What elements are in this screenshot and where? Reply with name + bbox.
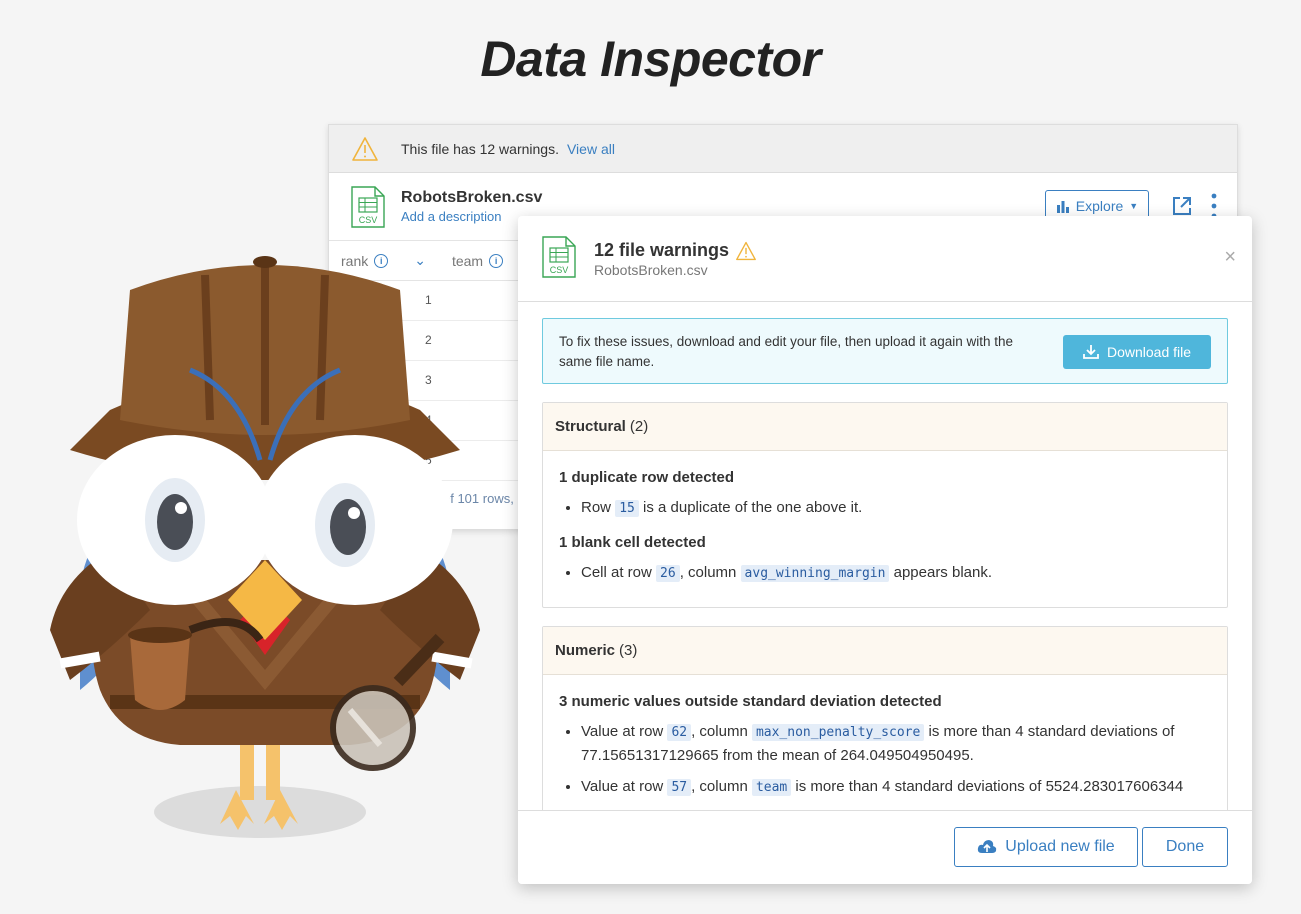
column-code: avg_winning_margin [740,565,890,582]
warning-group-heading: 1 blank cell detected [559,534,706,551]
row-code: 62 [667,724,692,741]
bar-chart-icon [1056,201,1069,213]
warning-icon [352,136,378,161]
column-code: team [751,779,792,796]
section-header: Numeric (3) [543,627,1227,675]
section-count: (3) [619,642,638,659]
warning-item: Cell at row 26, column avg_winning_margi… [581,561,1211,585]
download-file-button[interactable]: Download file [1063,335,1211,369]
info-icon[interactable]: i [489,253,504,268]
warning-group-heading: 1 duplicate row detected [559,469,735,486]
csv-file-icon: CSV [542,236,576,278]
csv-badge-text: CSV [550,265,569,275]
upload-new-file-button[interactable]: Upload new file [954,827,1138,867]
fix-instructions-text: To fix these issues, download and edit y… [559,334,1014,369]
warning-item: Value at row 62, column max_non_penalty_… [581,720,1211,767]
row-code: 15 [615,500,639,517]
section-count: (2) [629,418,649,435]
numeric-section: Numeric (3) 3 numeric values outside sta… [542,626,1228,810]
external-link-icon[interactable] [1171,195,1193,217]
fix-instructions-box: To fix these issues, download and edit y… [542,318,1228,384]
explore-label: Explore [1075,198,1124,214]
row-code: 26 [656,565,680,582]
caret-down-icon: ▼ [1129,201,1139,211]
modal-subtitle: RobotsBroken.csv [594,262,708,278]
detective-owl-illustration [50,256,480,838]
download-file-label: Download file [1106,344,1192,360]
modal-footer: Upload new file Done [518,810,1252,884]
structural-section: Structural (2) 1 duplicate row detected … [542,402,1228,608]
section-title: Structural [555,418,626,435]
warning-bar: This file has 12 warnings. View all [329,125,1237,173]
section-header: Structural (2) [543,403,1227,451]
section-title: Numeric [555,642,616,659]
close-icon[interactable]: × [1224,246,1236,269]
row-code: 57 [667,779,692,796]
modal-body[interactable]: To fix these issues, download and edit y… [542,318,1228,810]
warning-message: This file has 12 warnings. [401,140,559,157]
modal-title-row: 12 file warnings [594,240,757,261]
file-name: RobotsBroken.csv [401,189,543,206]
view-all-link[interactable]: View all [567,141,615,157]
upload-new-file-label: Upload new file [1005,838,1115,855]
csv-badge-text: CSV [359,215,378,225]
modal-header: CSV 12 file warnings RobotsBroken.csv × [518,216,1252,302]
page-title: Data Inspector [480,31,821,87]
done-button[interactable]: Done [1142,827,1228,867]
modal-title: 12 file warnings [594,240,730,260]
file-warnings-modal: CSV 12 file warnings RobotsBroken.csv × … [518,216,1252,884]
csv-file-icon: CSV [351,185,385,228]
column-code: max_non_penalty_score [751,724,925,741]
warning-item: Row 15 is a duplicate of the one above i… [581,496,1211,520]
cloud-upload-icon [978,840,997,853]
download-icon [1083,345,1099,359]
warning-group-heading: 3 numeric values outside standard deviat… [559,693,942,710]
warning-icon [736,241,756,260]
warning-item: Value at row 57, column team is more tha… [581,775,1211,799]
